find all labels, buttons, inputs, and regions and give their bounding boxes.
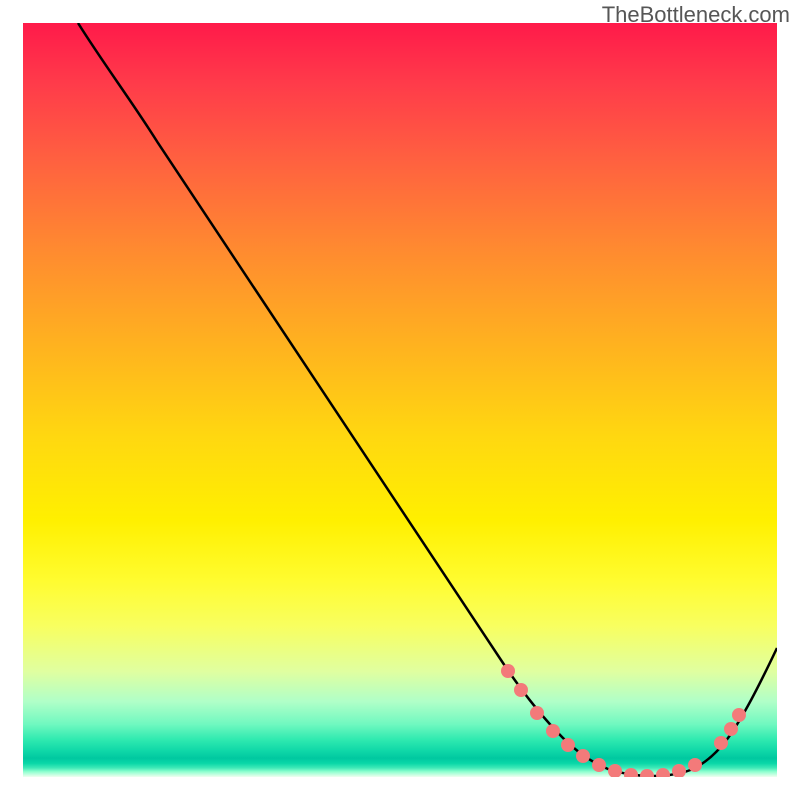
gradient-background bbox=[23, 23, 777, 777]
watermark-text: TheBottleneck.com bbox=[602, 2, 790, 28]
chart-container: TheBottleneck.com bbox=[0, 0, 800, 800]
